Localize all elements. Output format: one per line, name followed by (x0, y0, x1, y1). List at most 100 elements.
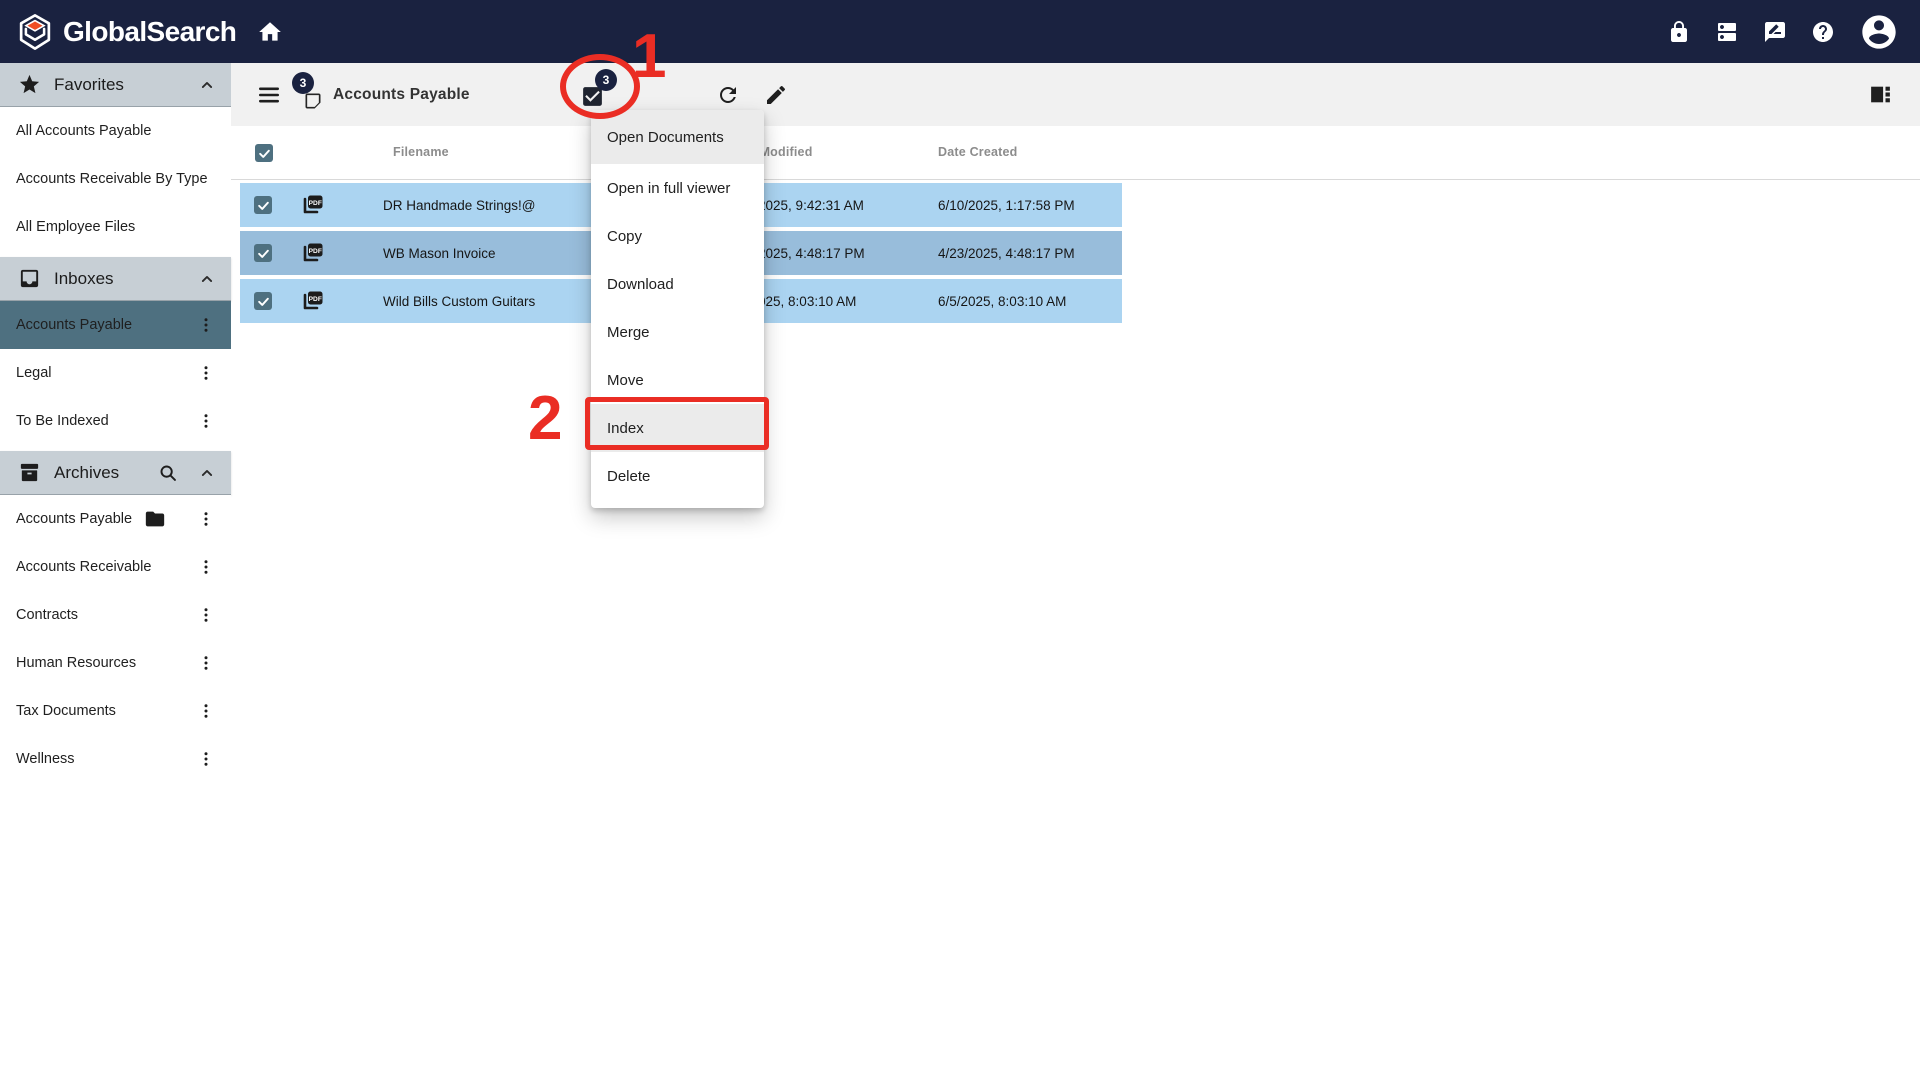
menu-item-delete[interactable]: Delete (591, 452, 764, 500)
kebab-menu-icon[interactable] (197, 314, 215, 336)
cell-date-created: 6/10/2025, 1:17:58 PM (938, 183, 1075, 227)
results-table-header: Filename Date Modified Date Created (231, 126, 1920, 180)
column-header-date-created[interactable]: Date Created (938, 145, 1018, 159)
sidebar-item-label: Accounts Payable (16, 317, 132, 333)
archives-list: Accounts Payable Accounts Receivable Con… (0, 495, 231, 783)
section-label: Archives (54, 463, 157, 483)
menu-item-download[interactable]: Download (591, 260, 764, 308)
sidebar-section-archives: Archives Accounts Payable Accounts Recei… (0, 451, 231, 783)
sidebar-header-favorites[interactable]: Favorites (0, 63, 231, 107)
brand-logo[interactable]: GlobalSearch (16, 0, 236, 63)
column-header-filename[interactable]: Filename (393, 145, 449, 159)
sidebar-item-label: Accounts Receivable (16, 559, 151, 575)
cell-filename: Wild Bills Custom Guitars (383, 279, 535, 323)
sidebar-item-label: Accounts Receivable By Type (16, 171, 208, 187)
archive-icon (18, 461, 41, 484)
sidebar-item-tax-documents[interactable]: Tax Documents (0, 687, 231, 735)
refresh-icon[interactable] (716, 83, 740, 107)
menu-item-label: Open in full viewer (607, 180, 730, 197)
kebab-menu-icon[interactable] (197, 700, 215, 722)
sidebar-item-accounts-receivable-by-type[interactable]: Accounts Receivable By Type (0, 155, 231, 203)
row-checkbox[interactable] (254, 244, 272, 262)
sidebar-item-label: All Employee Files (16, 219, 135, 235)
help-icon[interactable] (1811, 20, 1835, 44)
chevron-up-icon[interactable] (197, 75, 217, 95)
sidebar-item-accounts-payable[interactable]: Accounts Payable (0, 495, 231, 543)
sidebar-item-label: Tax Documents (16, 703, 116, 719)
sidebar-item-contracts[interactable]: Contracts (0, 591, 231, 639)
sidebar-item-human-resources[interactable]: Human Resources (0, 639, 231, 687)
account-circle-icon[interactable] (1859, 12, 1899, 52)
favorites-list: All Accounts Payable Accounts Receivable… (0, 107, 231, 251)
sidebar-item-label: Accounts Payable (16, 511, 132, 527)
sidebar-item-accounts-receivable[interactable]: Accounts Receivable (0, 543, 231, 591)
kebab-menu-icon[interactable] (197, 410, 215, 432)
pdf-file-icon: PDF (300, 241, 324, 265)
kebab-menu-icon[interactable] (197, 652, 215, 674)
sidebar-header-archives[interactable]: Archives (0, 451, 231, 495)
document-count-badge: 3 (292, 72, 314, 94)
sidebar-item-wellness[interactable]: Wellness (0, 735, 231, 783)
archive-title: Accounts Payable (333, 63, 470, 126)
chevron-up-icon[interactable] (197, 269, 217, 289)
svg-text:PDF: PDF (309, 200, 322, 207)
sidebar-item-all-employee-files[interactable]: All Employee Files (0, 203, 231, 251)
section-label: Favorites (54, 75, 197, 95)
dns-list-icon[interactable] (1715, 20, 1739, 44)
home-icon[interactable] (257, 19, 283, 45)
selection-context-menu: Open Documents Open in full viewer Copy … (591, 110, 764, 508)
selection-count-badge: 3 (595, 69, 617, 91)
sidebar-item-label: To Be Indexed (16, 413, 109, 429)
sidebar-section-inboxes: Inboxes Accounts Payable Legal To Be Ind… (0, 257, 231, 445)
kebab-menu-icon[interactable] (197, 508, 215, 530)
svg-text:PDF: PDF (309, 248, 322, 255)
menu-item-open-documents[interactable]: Open Documents (591, 110, 764, 164)
cell-date-created: 6/5/2025, 8:03:10 AM (938, 279, 1066, 323)
chevron-up-icon[interactable] (197, 463, 217, 483)
kebab-menu-icon[interactable] (197, 556, 215, 578)
sidebar-item-legal[interactable]: Legal (0, 349, 231, 397)
sidebar-item-accounts-payable[interactable]: Accounts Payable (0, 301, 231, 349)
menu-item-open-in-full-viewer[interactable]: Open in full viewer (591, 164, 764, 212)
row-checkbox[interactable] (254, 196, 272, 214)
menu-item-move[interactable]: Move (591, 356, 764, 404)
sidebar-item-label: Human Resources (16, 655, 136, 671)
folder-icon (144, 508, 166, 530)
sidebar-item-all-accounts-payable[interactable]: All Accounts Payable (0, 107, 231, 155)
menu-item-label: Open Documents (607, 129, 724, 146)
star-icon (18, 73, 41, 96)
row-checkbox[interactable] (254, 292, 272, 310)
hamburger-menu-icon[interactable] (257, 83, 281, 107)
sidebar-item-label: Contracts (16, 607, 78, 623)
kebab-menu-icon[interactable] (197, 362, 215, 384)
cell-filename: WB Mason Invoice (383, 231, 496, 275)
menu-item-copy[interactable]: Copy (591, 212, 764, 260)
annotation-number-2: 2 (528, 388, 562, 450)
results-toolbar: 3 Accounts Payable 3 (231, 63, 1920, 126)
sidebar-header-inboxes[interactable]: Inboxes (0, 257, 231, 301)
select-all-checkbox[interactable] (255, 144, 273, 162)
lock-icon[interactable] (1667, 20, 1691, 44)
rate-review-icon[interactable] (1763, 20, 1787, 44)
edit-pencil-icon[interactable] (764, 83, 788, 107)
pdf-file-icon: PDF (300, 289, 324, 313)
sidebar-item-to-be-indexed[interactable]: To Be Indexed (0, 397, 231, 445)
document-count-button[interactable]: 3 (289, 69, 333, 121)
section-label: Inboxes (54, 269, 197, 289)
cell-filename: DR Handmade Strings!@ (383, 183, 536, 227)
view-sidebar-icon[interactable] (1868, 82, 1893, 107)
pdf-file-icon: PDF (300, 193, 324, 217)
kebab-menu-icon[interactable] (197, 748, 215, 770)
document-icon (303, 91, 323, 111)
top-navigation-bar: GlobalSearch (0, 0, 1920, 63)
menu-item-label: Merge (607, 324, 650, 341)
svg-text:PDF: PDF (309, 296, 322, 303)
search-icon[interactable] (157, 462, 179, 484)
sidebar-item-label: All Accounts Payable (16, 123, 151, 139)
kebab-menu-icon[interactable] (197, 604, 215, 626)
menu-item-index[interactable]: Index (591, 404, 764, 452)
inbox-icon (18, 267, 41, 290)
menu-item-label: Copy (607, 228, 642, 245)
menu-item-merge[interactable]: Merge (591, 308, 764, 356)
sidebar-section-favorites: Favorites All Accounts Payable Accounts … (0, 63, 231, 251)
